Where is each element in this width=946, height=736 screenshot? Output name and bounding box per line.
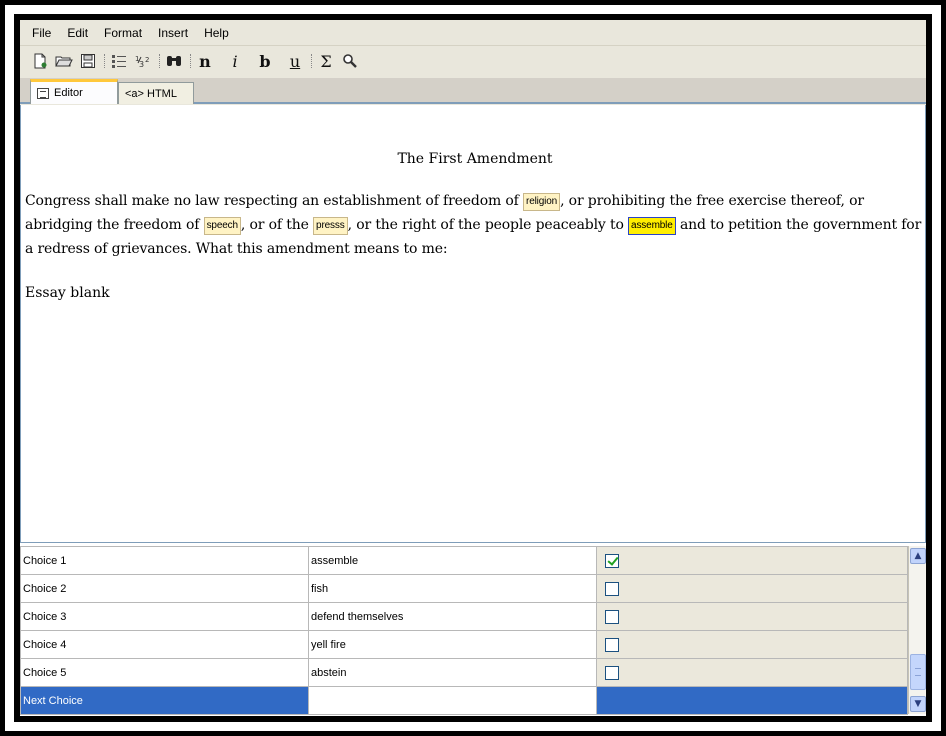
next-choice-row[interactable]: Next Choice bbox=[20, 686, 908, 715]
choice-label[interactable]: Choice 3 bbox=[20, 602, 309, 631]
toolbar-separator bbox=[190, 54, 191, 68]
toolbar-separator bbox=[104, 54, 105, 68]
correct-checkbox[interactable] bbox=[605, 609, 619, 624]
document-body: Congress shall make no law respecting an… bbox=[25, 189, 925, 261]
menu-bar: File Edit Format Insert Help bbox=[20, 20, 926, 46]
choice-label[interactable]: Choice 5 bbox=[20, 658, 309, 687]
choices-table: Choice 1 assemble Choice 2 fish Choice 3… bbox=[20, 546, 908, 715]
choice-label[interactable]: Choice 2 bbox=[20, 574, 309, 603]
scroll-down-icon[interactable]: ▼ bbox=[910, 696, 926, 712]
menu-insert[interactable]: Insert bbox=[158, 26, 188, 40]
table-row[interactable]: Choice 5 abstein bbox=[20, 658, 908, 687]
blank-speech[interactable]: speech bbox=[203, 217, 241, 235]
editor-window: File Edit Format Insert Help 132 n i b u bbox=[20, 20, 926, 716]
numbering-icon[interactable]: 132 bbox=[133, 51, 153, 71]
choice-label[interactable]: Choice 1 bbox=[20, 546, 309, 575]
menu-help[interactable]: Help bbox=[204, 26, 229, 40]
correct-checkbox[interactable] bbox=[605, 553, 619, 568]
blank-religion[interactable]: religion bbox=[523, 193, 561, 211]
choice-label[interactable]: Choice 4 bbox=[20, 630, 309, 659]
new-document-icon[interactable] bbox=[30, 51, 50, 71]
choice-value[interactable]: assemble bbox=[308, 546, 597, 575]
menu-file[interactable]: File bbox=[32, 26, 51, 40]
table-row[interactable]: Choice 1 assemble bbox=[20, 546, 908, 575]
scroll-thumb[interactable] bbox=[910, 654, 926, 690]
view-tabs: Editor <a> HTML bbox=[20, 78, 926, 104]
toolbar-separator bbox=[159, 54, 160, 68]
save-icon[interactable] bbox=[78, 51, 98, 71]
correct-checkbox[interactable] bbox=[605, 637, 619, 652]
correct-checkbox[interactable] bbox=[605, 581, 619, 596]
tab-editor[interactable]: Editor bbox=[30, 79, 118, 104]
menu-format[interactable]: Format bbox=[104, 26, 142, 40]
choice-value[interactable]: abstein bbox=[308, 658, 597, 687]
body-text-segment: Congress shall make no law respecting an… bbox=[25, 193, 524, 209]
editor-icon bbox=[37, 87, 49, 99]
tab-html-label: <a> HTML bbox=[125, 87, 177, 100]
body-text-segment: , or the right of the people peaceably t… bbox=[347, 217, 629, 233]
next-choice-input[interactable] bbox=[308, 686, 597, 715]
body-text-segment: , or of the bbox=[240, 217, 314, 233]
tab-editor-label: Editor bbox=[54, 87, 83, 99]
find-icon[interactable] bbox=[164, 51, 184, 71]
sigma-icon[interactable]: Σ bbox=[316, 51, 336, 71]
table-row[interactable]: Choice 3 defend themselves bbox=[20, 602, 908, 631]
essay-blank[interactable]: Essay blank bbox=[25, 285, 925, 301]
underline-icon[interactable]: u bbox=[285, 51, 305, 71]
correct-checkbox[interactable] bbox=[605, 665, 619, 680]
toolbar-separator bbox=[311, 54, 312, 68]
svg-text:2: 2 bbox=[145, 56, 149, 64]
toolbar: 132 n i b u Σ bbox=[20, 47, 926, 75]
open-folder-icon[interactable] bbox=[54, 51, 74, 71]
choices-scrollbar[interactable]: ▲ ▼ bbox=[908, 546, 926, 714]
blank-presss[interactable]: presss bbox=[313, 217, 348, 235]
choice-value[interactable]: defend themselves bbox=[308, 602, 597, 631]
zoom-icon[interactable] bbox=[340, 51, 360, 71]
list-icon[interactable] bbox=[109, 51, 129, 71]
italic-icon[interactable]: i bbox=[225, 51, 245, 71]
document-editor[interactable]: The First Amendment Congress shall make … bbox=[20, 105, 926, 545]
next-choice-label[interactable]: Next Choice bbox=[20, 686, 309, 715]
menu-edit[interactable]: Edit bbox=[67, 26, 88, 40]
tab-html[interactable]: <a> HTML bbox=[118, 82, 194, 104]
bold-icon[interactable]: b bbox=[255, 51, 275, 71]
next-choice-check-cell[interactable] bbox=[596, 686, 908, 715]
table-row[interactable]: Choice 2 fish bbox=[20, 574, 908, 603]
choices-grid: Choice 1 assemble Choice 2 fish Choice 3… bbox=[20, 542, 926, 716]
svg-text:3: 3 bbox=[139, 60, 144, 69]
choice-value[interactable]: yell fire bbox=[308, 630, 597, 659]
normal-text-icon[interactable]: n bbox=[195, 51, 215, 71]
choice-value[interactable]: fish bbox=[308, 574, 597, 603]
scroll-up-icon[interactable]: ▲ bbox=[910, 548, 926, 564]
blank-assemble[interactable]: assemble bbox=[628, 217, 676, 235]
table-row[interactable]: Choice 4 yell fire bbox=[20, 630, 908, 659]
document-title: The First Amendment bbox=[397, 151, 553, 167]
